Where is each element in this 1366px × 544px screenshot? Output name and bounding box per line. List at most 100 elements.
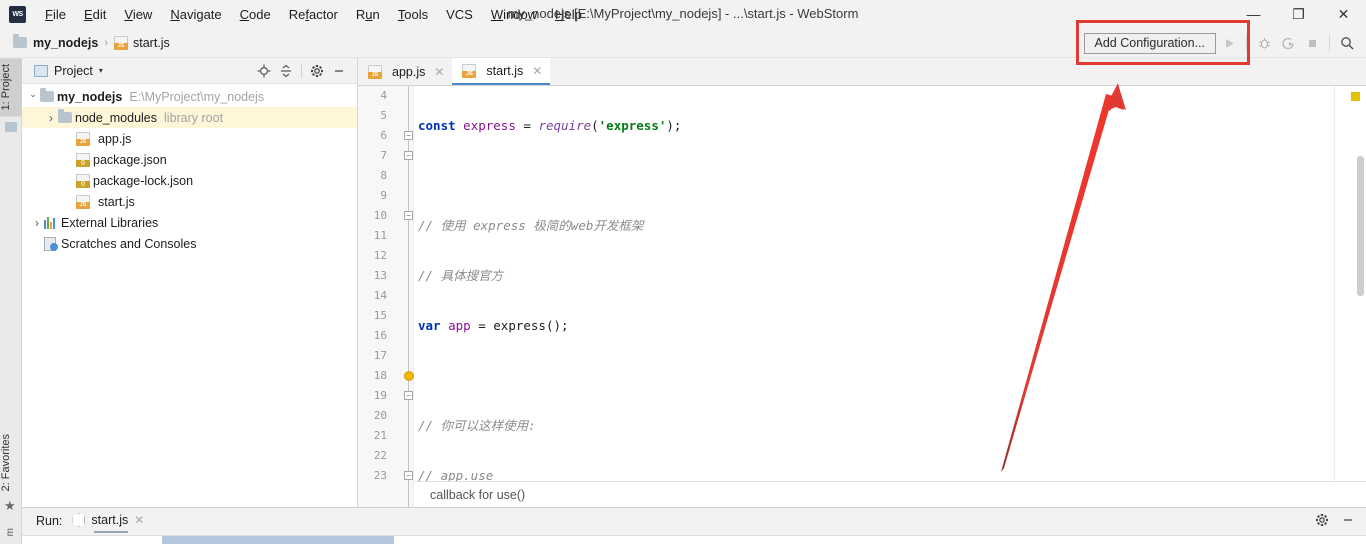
terminal-tab-label[interactable]: m [5, 528, 16, 536]
sidebar-tab-favorites[interactable]: 2: Favorites [0, 428, 22, 497]
editor-scrollbar-thumb[interactable] [1357, 156, 1364, 296]
tree-row-scratches[interactable]: Scratches and Consoles [22, 233, 357, 254]
code-line-6: // 使用 express 极简的web开发框架 [414, 216, 1334, 236]
menu-help[interactable]: Help [546, 3, 591, 26]
line-number: 7 [380, 149, 387, 162]
menu-view[interactable]: View [115, 3, 161, 26]
run-tool-window: Run: start.js ✕ [22, 507, 1366, 544]
menu-run[interactable]: Run [347, 3, 389, 26]
line-number: 17 [373, 349, 387, 362]
run-console-output[interactable] [22, 535, 1366, 544]
add-configuration-button[interactable]: Add Configuration... [1083, 32, 1216, 54]
close-icon[interactable]: ✕ [532, 64, 542, 78]
left-tool-strip: 1: Project 2: Favorites ★ m [0, 58, 22, 544]
menu-refactor[interactable]: Refactor [280, 3, 347, 26]
run-icon[interactable] [1218, 32, 1240, 54]
sidebar-tab-project[interactable]: 1: Project [0, 58, 22, 117]
fold-marker[interactable]: − [404, 131, 413, 140]
menu-file[interactable]: File [36, 3, 75, 26]
library-icon [44, 216, 58, 229]
token-semicolon: ; [673, 118, 682, 133]
project-folder-icon [5, 122, 17, 132]
menu-navigate[interactable]: Navigate [161, 3, 230, 26]
breadcrumb-file[interactable]: start.js [133, 36, 170, 50]
fold-marker[interactable]: − [404, 211, 413, 220]
code-editor[interactable]: 4 5 6 7 8 9 10 11 12 13 14 15 16 17 18 1… [358, 86, 1366, 507]
line-number: 5 [380, 109, 387, 122]
menu-code[interactable]: Code [231, 3, 280, 26]
tree-row-package-lock-json[interactable]: package-lock.json [22, 170, 357, 191]
line-number: 22 [373, 449, 387, 462]
tree-label: External Libraries [61, 215, 159, 230]
project-panel: Project ▾ ⌄ my_nodejs E:\MyProject\my_no… [22, 58, 358, 507]
run-tab-start-js[interactable]: start.js ✕ [72, 513, 144, 533]
tree-label: node_modules [75, 110, 158, 125]
tree-row-my-nodejs[interactable]: my_nodejs E:\MyProject\my_nodejs [22, 86, 357, 107]
tree-sublabel: library root [164, 110, 224, 125]
json-file-icon [76, 173, 90, 188]
chevron-right-icon[interactable] [30, 216, 44, 230]
menu-vcs[interactable]: VCS [437, 3, 482, 26]
tree-row-start-js[interactable]: start.js [22, 191, 357, 212]
code-line-4: const express = require('express'); [418, 118, 682, 133]
chevron-down-icon[interactable] [26, 91, 40, 102]
maximize-button[interactable]: ❐ [1276, 0, 1321, 28]
token-comment: // 使用 express 极简的web开发框架 [418, 218, 644, 233]
folder-icon [58, 109, 72, 123]
collapse-all-icon[interactable] [276, 61, 296, 81]
gear-icon[interactable] [307, 61, 327, 81]
token-keyword: var [418, 318, 441, 333]
scratch-icon [44, 236, 58, 251]
close-icon[interactable]: ✕ [134, 513, 144, 527]
menu-tools[interactable]: Tools [389, 3, 437, 26]
line-number: 13 [373, 269, 387, 282]
chevron-right-icon[interactable] [44, 111, 58, 125]
breadcrumb-project[interactable]: my_nodejs [33, 36, 98, 50]
console-output-line [162, 536, 394, 544]
editor-gutter[interactable]: 4 5 6 7 8 9 10 11 12 13 14 15 16 17 18 1… [358, 86, 414, 507]
line-number: 20 [373, 409, 387, 422]
panel-divider [301, 63, 302, 78]
tree-row-package-json[interactable]: package.json [22, 149, 357, 170]
js-file-icon [113, 35, 128, 50]
fold-marker[interactable]: − [404, 471, 413, 480]
menu-edit[interactable]: Edit [75, 3, 115, 26]
locate-icon[interactable] [254, 61, 274, 81]
chevron-down-icon[interactable]: ▾ [99, 66, 103, 75]
webstorm-window: WS File Edit View Navigate Code Refactor… [0, 0, 1366, 544]
webstorm-logo-icon: WS [9, 5, 26, 23]
token-keyword: const [418, 118, 456, 133]
project-panel-actions [254, 61, 353, 81]
debug-icon[interactable] [1253, 32, 1275, 54]
minimize-button[interactable]: — [1231, 0, 1276, 28]
tree-row-external-libraries[interactable]: External Libraries [22, 212, 357, 233]
editor-tab-start-js[interactable]: start.js ✕ [452, 58, 551, 85]
code-line-8: var app = express(); [414, 316, 1334, 336]
intention-bulb-icon[interactable] [404, 371, 414, 381]
code-line-7: // 具体搜官方 [414, 266, 1334, 286]
editor-tab-app-js[interactable]: app.js ✕ [358, 58, 452, 85]
tree-row-node-modules[interactable]: node_modules library root [22, 107, 357, 128]
stop-icon[interactable] [1301, 32, 1323, 54]
gear-icon[interactable] [1312, 510, 1332, 530]
run-with-coverage-icon[interactable] [1277, 32, 1299, 54]
code-content[interactable]: const express = require('express'); // 使… [414, 86, 1334, 507]
line-number: 19 [373, 389, 387, 402]
close-button[interactable]: ✕ [1321, 0, 1366, 28]
tree-label: package-lock.json [93, 173, 194, 188]
menu-window[interactable]: Window [482, 3, 546, 26]
line-number: 12 [373, 249, 387, 262]
fold-marker[interactable]: − [404, 391, 413, 400]
editor-right-gutter[interactable] [1334, 86, 1366, 507]
close-icon[interactable]: ✕ [434, 65, 444, 79]
fold-marker[interactable]: − [404, 151, 413, 160]
hide-panel-icon[interactable] [1338, 510, 1358, 530]
project-panel-header: Project ▾ [22, 58, 357, 84]
search-icon[interactable] [1336, 32, 1358, 54]
hide-panel-icon[interactable] [329, 61, 349, 81]
project-icon [34, 64, 48, 77]
warning-marker[interactable] [1351, 92, 1360, 101]
tree-row-app-js[interactable]: app.js [22, 128, 357, 149]
